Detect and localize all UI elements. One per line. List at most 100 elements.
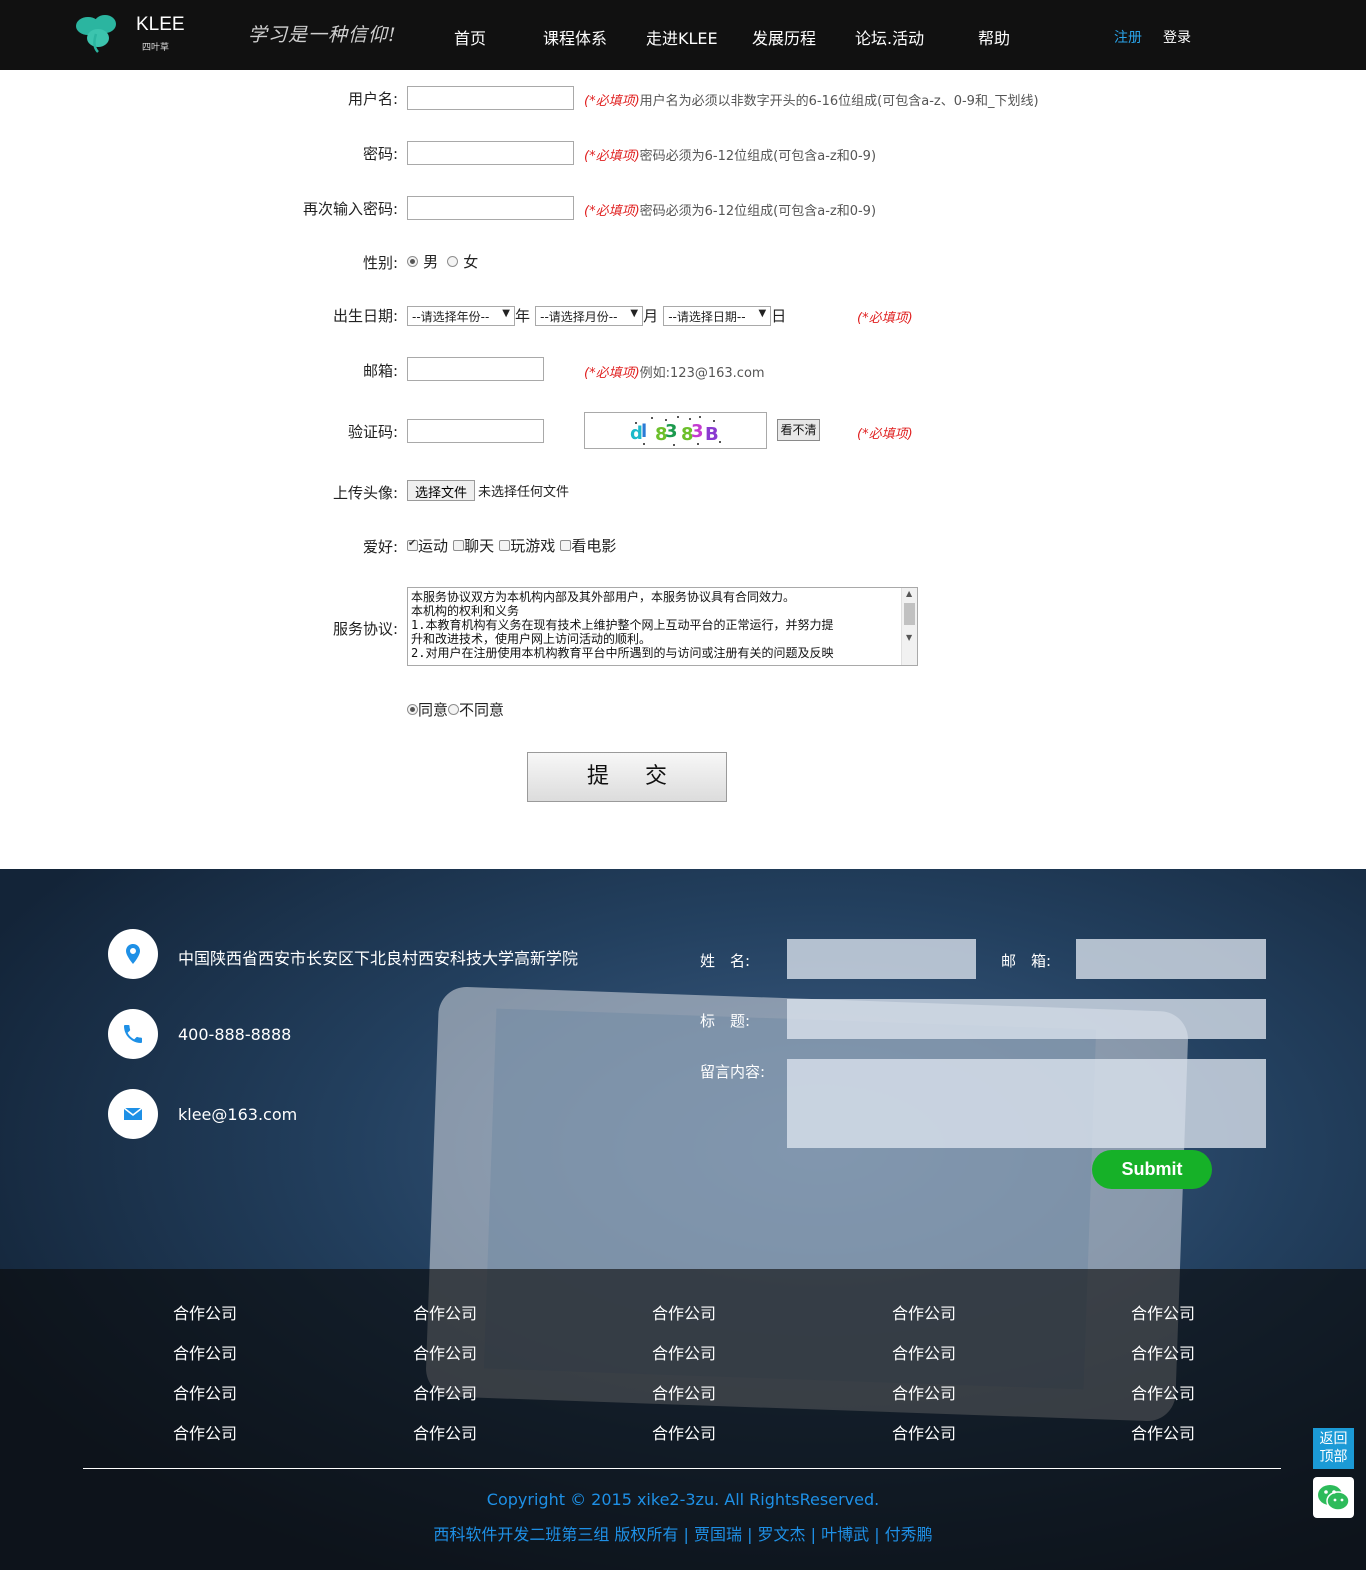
gender-male-label: 男 bbox=[423, 253, 439, 271]
partner-link[interactable]: 合作公司 bbox=[892, 1420, 956, 1444]
partner-link[interactable]: 合作公司 bbox=[892, 1300, 956, 1324]
disagree-radio[interactable] bbox=[448, 704, 460, 715]
email-example: 例如:123@163.com bbox=[639, 366, 765, 381]
confirm-password-hint: (*必填项)密码必须为6-12位组成(可包含a-z和0-9) bbox=[584, 200, 876, 219]
partner-link[interactable]: 合作公司 bbox=[173, 1340, 237, 1364]
msg-submit-button[interactable]: Submit bbox=[1092, 1150, 1212, 1189]
agreement-line: 2.对用户在注册使用本机构教育平台中所遇到的与访问或注册有关的问题及反映 bbox=[411, 646, 834, 660]
hobby-games-checkbox[interactable] bbox=[499, 540, 511, 551]
required-mark: (*必填项) bbox=[584, 366, 640, 381]
msg-content-textarea[interactable] bbox=[787, 1059, 1266, 1148]
birthday-group: --请选择年份-- ▼ 年 --请选择月份-- ▼ 月 --请选择日期-- ▼ 日 bbox=[407, 305, 786, 326]
partner-link[interactable]: 合作公司 bbox=[173, 1380, 237, 1404]
agreement-textarea[interactable]: 本服务协议双方为本机构内部及其外部用户，本服务协议具有合同效力。 本机构的权利和… bbox=[407, 587, 918, 666]
scroll-down-icon[interactable]: ▼ bbox=[906, 633, 912, 642]
password-label: 密码: bbox=[362, 145, 398, 163]
birth-year-select[interactable]: --请选择年份-- ▼ bbox=[407, 305, 515, 326]
choose-file-button[interactable]: 选择文件 bbox=[407, 480, 476, 501]
partner-link[interactable]: 合作公司 bbox=[892, 1340, 956, 1364]
msg-email-input[interactable] bbox=[1076, 939, 1266, 979]
birth-month-select[interactable]: --请选择月份-- ▼ bbox=[535, 305, 644, 326]
logo-subtitle: 四叶草 bbox=[142, 43, 170, 53]
gender-male-radio[interactable] bbox=[407, 256, 418, 267]
partner-link[interactable]: 合作公司 bbox=[892, 1380, 956, 1404]
nav-history[interactable]: 发展历程 bbox=[752, 25, 816, 49]
birth-month-value: --请选择月份-- bbox=[540, 309, 618, 324]
copyright: Copyright © 2015 xike2-3zu. All RightsRe… bbox=[486, 1490, 880, 1509]
partner-link[interactable]: 合作公司 bbox=[1131, 1420, 1195, 1444]
credits: 西科软件开发二班第三组 版权所有 | 贾国瑞 | 罗文杰 | 叶博武 | 付秀鹏 bbox=[433, 1525, 933, 1544]
hobbies-label: 爱好: bbox=[362, 538, 398, 556]
confirm-password-label: 再次输入密码: bbox=[302, 200, 398, 218]
birthday-label: 出生日期: bbox=[332, 307, 398, 325]
agree-label: 同意 bbox=[418, 701, 449, 719]
partner-link[interactable]: 合作公司 bbox=[173, 1420, 237, 1444]
username-rule: 用户名为必须以非数字开头的6-16位组成(可包含a-z、0-9和_下划线) bbox=[639, 94, 1039, 109]
location-icon bbox=[108, 929, 158, 979]
logo-title: KLEE bbox=[136, 14, 185, 35]
partner-link[interactable]: 合作公司 bbox=[413, 1300, 477, 1324]
partner-link[interactable]: 合作公司 bbox=[652, 1340, 716, 1364]
back-to-top-button[interactable]: 返回顶部 bbox=[1313, 1428, 1354, 1469]
refresh-captcha-button[interactable]: 看不清 bbox=[777, 419, 820, 441]
contact-email: klee@163.com bbox=[178, 1105, 298, 1124]
clover-logo-icon[interactable] bbox=[72, 12, 122, 54]
username-input[interactable] bbox=[407, 86, 574, 110]
mail-icon bbox=[108, 1089, 158, 1139]
partner-link[interactable]: 合作公司 bbox=[652, 1420, 716, 1444]
scroll-thumb[interactable] bbox=[904, 603, 915, 625]
nav-home[interactable]: 首页 bbox=[454, 25, 486, 49]
svg-text:3: 3 bbox=[691, 421, 704, 442]
partner-link[interactable]: 合作公司 bbox=[413, 1420, 477, 1444]
agreement-scrollbar[interactable]: ▲ ▼ bbox=[901, 588, 917, 665]
partner-link[interactable]: 合作公司 bbox=[413, 1340, 477, 1364]
password-input[interactable] bbox=[407, 141, 574, 165]
scroll-up-icon[interactable]: ▲ bbox=[906, 589, 912, 598]
partner-link[interactable]: 合作公司 bbox=[652, 1300, 716, 1324]
gender-group: 男 女 bbox=[407, 251, 478, 272]
email-label: 邮箱: bbox=[362, 362, 398, 380]
msg-title-input[interactable] bbox=[787, 999, 1266, 1039]
msg-title-label: 标 题: bbox=[700, 1012, 751, 1030]
captcha-input[interactable] bbox=[407, 419, 544, 443]
hobbies-group: 运动 聊天 玩游戏 看电影 bbox=[407, 535, 616, 556]
avatar-upload: 选择文件 未选择任何文件 bbox=[407, 480, 569, 501]
partner-link[interactable]: 合作公司 bbox=[413, 1380, 477, 1404]
birth-day-select[interactable]: --请选择日期-- ▼ bbox=[663, 305, 772, 326]
register-link[interactable]: 注册 bbox=[1114, 27, 1142, 47]
partner-link[interactable]: 合作公司 bbox=[1131, 1300, 1195, 1324]
agree-radio[interactable] bbox=[407, 704, 418, 715]
hobby-movies-checkbox[interactable] bbox=[560, 540, 572, 551]
agreement-label: 服务协议: bbox=[332, 620, 398, 638]
password-rule: 密码必须为6-12位组成(可包含a-z和0-9) bbox=[639, 149, 877, 164]
confirm-password-input[interactable] bbox=[407, 196, 574, 220]
agreement-line: 本机构的权利和义务 bbox=[411, 604, 520, 618]
file-status: 未选择任何文件 bbox=[478, 485, 570, 500]
hobby-sport-checkbox[interactable] bbox=[407, 538, 418, 551]
partner-link[interactable]: 合作公司 bbox=[1131, 1340, 1195, 1364]
email-input[interactable] bbox=[407, 357, 544, 381]
login-link[interactable]: 登录 bbox=[1163, 27, 1191, 47]
birth-year-value: --请选择年份-- bbox=[412, 309, 490, 324]
captcha-image[interactable]: dl 83 83 B bbox=[584, 412, 767, 449]
nav-forum[interactable]: 论坛.活动 bbox=[855, 25, 924, 49]
hobby-chat-label: 聊天 bbox=[464, 537, 495, 555]
username-hint: (*必填项)用户名为必须以非数字开头的6-16位组成(可包含a-z、0-9和_下… bbox=[584, 90, 1039, 109]
year-unit: 年 bbox=[515, 307, 531, 325]
nav-help[interactable]: 帮助 bbox=[978, 25, 1010, 49]
captcha-glyphs-icon: dl 83 83 B bbox=[630, 416, 721, 446]
birth-day-value: --请选择日期-- bbox=[668, 309, 746, 324]
partner-link[interactable]: 合作公司 bbox=[652, 1380, 716, 1404]
partner-link[interactable]: 合作公司 bbox=[173, 1300, 237, 1324]
hobby-chat-checkbox[interactable] bbox=[453, 540, 465, 551]
phone-icon bbox=[108, 1009, 158, 1059]
nav-about[interactable]: 走进KLEE bbox=[646, 25, 718, 49]
captcha-required: (*必填项) bbox=[857, 427, 913, 442]
gender-female-radio[interactable] bbox=[447, 256, 459, 267]
msg-name-input[interactable] bbox=[787, 939, 976, 979]
partner-link[interactable]: 合作公司 bbox=[1131, 1380, 1195, 1404]
nav-courses[interactable]: 课程体系 bbox=[543, 25, 607, 49]
hobby-sport-label: 运动 bbox=[418, 537, 449, 555]
wechat-icon[interactable] bbox=[1313, 1477, 1354, 1518]
register-submit-button[interactable]: 提交 bbox=[527, 752, 727, 802]
